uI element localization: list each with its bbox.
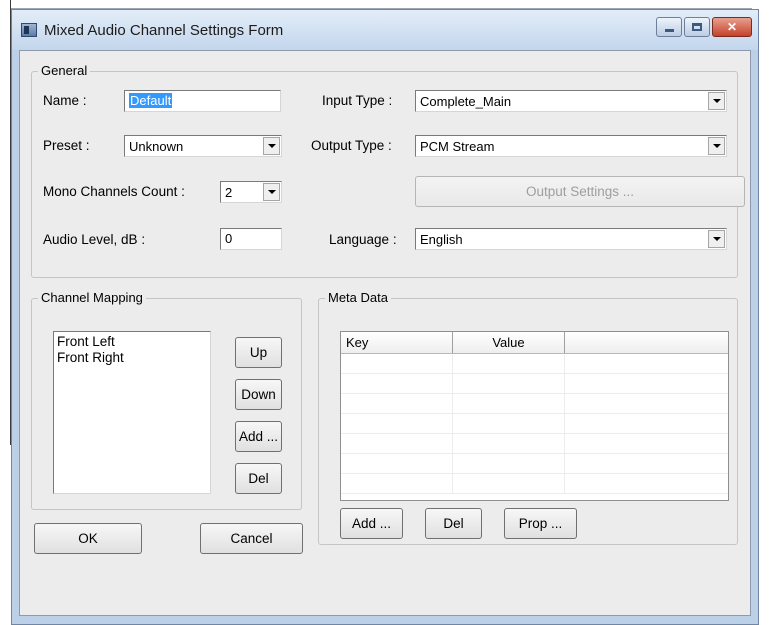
preset-label: Preset : [43,138,90,153]
name-input[interactable]: Default [124,90,281,112]
table-row [341,354,728,374]
chevron-down-icon[interactable] [263,183,280,201]
meta-data-group: Meta Data Key Value Add ... Del Prop ... [318,290,738,545]
add-channel-button[interactable]: Add ... [235,421,282,452]
caption-buttons: ✕ [656,17,752,37]
channel-mapping-group: Channel Mapping Front Left Front Right U… [31,290,302,510]
table-row [341,374,728,394]
name-input-value: Default [129,93,173,108]
list-item[interactable]: Front Right [57,350,207,366]
delete-channel-button[interactable]: Del [235,463,282,494]
app-icon [21,23,37,37]
language-label: Language : [329,232,397,247]
general-legend: General [38,63,91,78]
language-combo[interactable]: English [415,228,727,250]
chevron-down-icon[interactable] [708,137,725,155]
output-settings-button[interactable]: Output Settings ... [415,176,745,207]
table-row [341,414,728,434]
input-type-combo[interactable]: Complete_Main [415,90,727,112]
column-header-value[interactable]: Value [453,332,565,353]
output-type-label: Output Type : [311,138,392,153]
table-row [341,434,728,454]
down-button[interactable]: Down [235,379,282,410]
table-row [341,474,728,494]
mono-channels-combo[interactable]: 2 [220,181,282,203]
meta-data-table[interactable]: Key Value [340,331,729,501]
audio-level-label: Audio Level, dB : [43,232,146,247]
properties-meta-button[interactable]: Prop ... [504,508,577,539]
maximize-button[interactable] [684,17,710,37]
channel-mapping-list[interactable]: Front Left Front Right [53,331,211,494]
mono-channels-value: 2 [225,185,233,200]
table-row [341,454,728,474]
minimize-button[interactable] [656,17,682,37]
general-group: General Name : Default Preset : Unknown … [31,63,745,278]
input-type-value: Complete_Main [420,94,512,109]
title-bar[interactable]: Mixed Audio Channel Settings Form ✕ [12,10,758,50]
dialog-window: Mixed Audio Channel Settings Form ✕ Gene… [11,9,759,625]
preset-value: Unknown [129,139,184,154]
output-type-combo[interactable]: PCM Stream [415,135,727,157]
table-row [341,394,728,414]
audio-level-input[interactable]: 0 [220,228,282,250]
meta-data-legend: Meta Data [325,290,391,305]
up-button[interactable]: Up [235,337,282,368]
meta-data-header: Key Value [341,332,728,354]
cancel-button[interactable]: Cancel [200,523,303,554]
input-type-label: Input Type : [322,93,393,108]
delete-meta-button[interactable]: Del [425,508,482,539]
audio-level-value: 0 [225,231,233,246]
add-meta-button[interactable]: Add ... [340,508,403,539]
column-header-filler [565,332,728,353]
chevron-down-icon[interactable] [708,92,725,110]
ok-button[interactable]: OK [34,523,142,554]
minimize-icon [664,28,674,32]
preset-combo[interactable]: Unknown [124,135,282,157]
channel-mapping-legend: Channel Mapping [38,290,146,305]
dialog-client-area: General Name : Default Preset : Unknown … [19,50,751,616]
window-title: Mixed Audio Channel Settings Form [44,22,284,39]
column-header-key[interactable]: Key [341,332,453,353]
list-item[interactable]: Front Left [57,334,207,350]
chevron-down-icon[interactable] [263,137,280,155]
language-value: English [420,232,463,247]
chevron-down-icon[interactable] [708,230,725,248]
maximize-icon [692,23,702,31]
close-icon: ✕ [726,20,738,34]
name-label: Name : [43,93,87,108]
close-button[interactable]: ✕ [712,17,752,37]
mono-channels-label: Mono Channels Count : [43,184,185,199]
output-type-value: PCM Stream [420,139,495,154]
